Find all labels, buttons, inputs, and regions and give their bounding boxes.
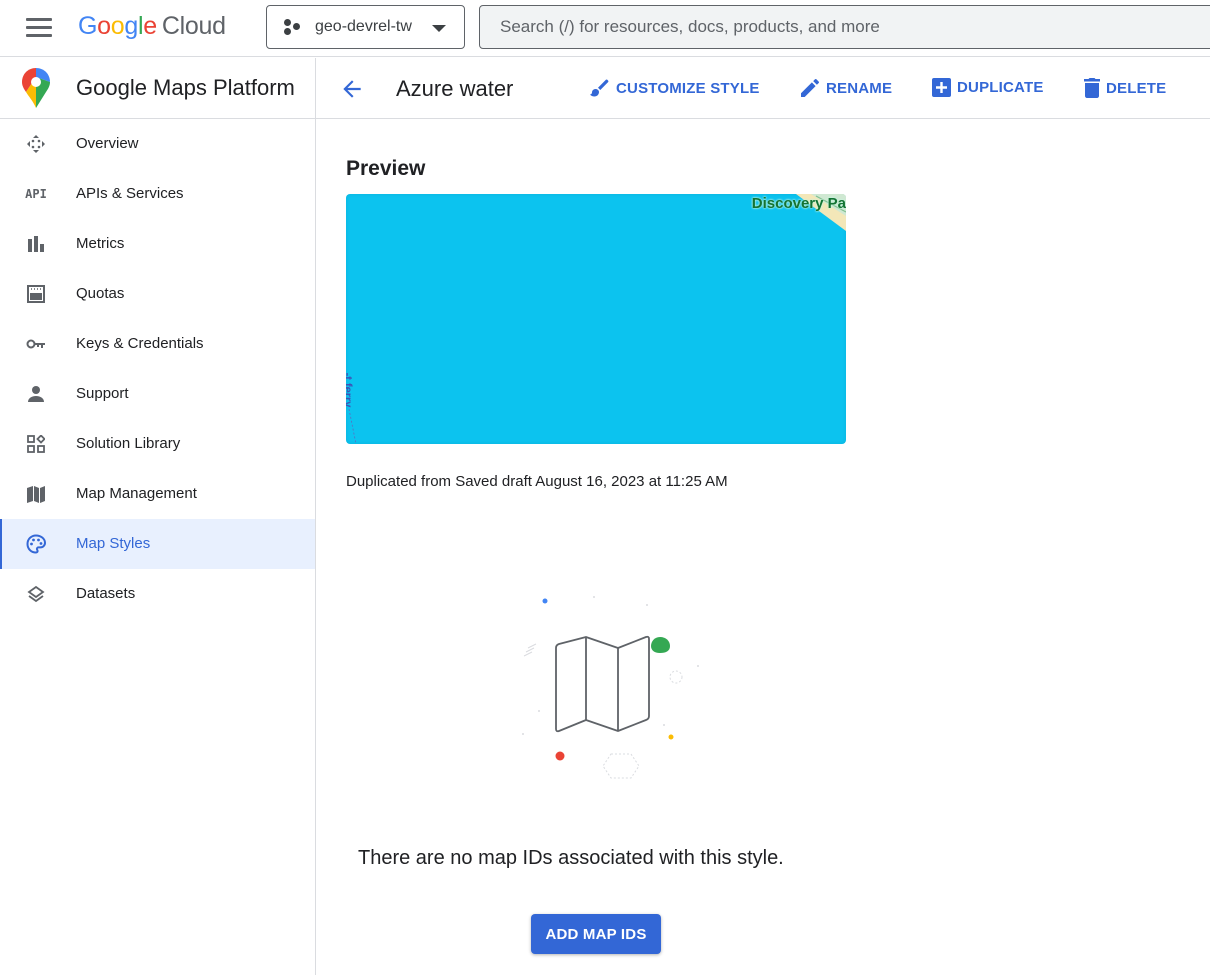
- customize-style-button[interactable]: CUSTOMIZE STYLE: [590, 78, 760, 98]
- page-header: Azure water CUSTOMIZE STYLE RENAME DUPLI…: [316, 58, 1210, 119]
- sidebar-item-quotas[interactable]: Quotas: [0, 269, 315, 319]
- key-icon: [26, 334, 46, 354]
- sidebar-item-apis-services[interactable]: API APIs & Services: [0, 169, 315, 219]
- sidebar-item-metrics[interactable]: Metrics: [0, 219, 315, 269]
- sidebar-item-keys-credentials[interactable]: Keys & Credentials: [0, 319, 315, 369]
- trash-icon: [1084, 78, 1100, 98]
- sidebar-item-map-management[interactable]: Map Management: [0, 469, 315, 519]
- dropdown-caret-icon: [432, 25, 446, 32]
- pencil-icon: [801, 79, 819, 97]
- brush-icon: [590, 79, 609, 97]
- sidebar: Google Maps Platform Overview API APIs &…: [0, 58, 316, 975]
- product-header[interactable]: Google Maps Platform: [0, 58, 315, 119]
- person-icon: [26, 384, 46, 404]
- api-icon: API: [25, 187, 47, 201]
- back-arrow-icon[interactable]: [339, 76, 365, 102]
- project-picker[interactable]: geo-devrel-tw: [266, 5, 465, 49]
- product-title: Google Maps Platform: [76, 75, 295, 100]
- rename-button[interactable]: RENAME: [800, 78, 892, 98]
- empty-map-illustration-icon: [522, 596, 699, 779]
- google-cloud-logo[interactable]: Google Cloud: [78, 12, 226, 41]
- project-hierarchy-icon: [283, 19, 303, 35]
- search-box[interactable]: [479, 5, 1210, 49]
- ferry-route-line: [348, 409, 357, 444]
- overview-icon: [26, 134, 46, 154]
- sidebar-item-datasets[interactable]: Datasets: [0, 569, 315, 619]
- widgets-icon: [26, 434, 46, 454]
- layers-icon: [26, 584, 46, 604]
- bar-chart-icon: [26, 234, 46, 254]
- project-name: geo-devrel-tw: [315, 18, 412, 35]
- palette-icon: [26, 534, 46, 554]
- delete-button[interactable]: DELETE: [1084, 78, 1166, 98]
- page-title: Azure water: [396, 76, 514, 101]
- maps-pin-logo-icon: [22, 68, 50, 108]
- sidebar-item-solution-library[interactable]: Solution Library: [0, 419, 315, 469]
- preview-heading: Preview: [346, 157, 426, 180]
- empty-state-message: There are no map IDs associated with thi…: [358, 847, 784, 869]
- sidebar-item-support[interactable]: Support: [0, 369, 315, 419]
- duplicate-button[interactable]: DUPLICATE: [932, 78, 1044, 97]
- add-map-ids-button[interactable]: ADD MAP IDS: [531, 914, 661, 954]
- map-label-ferry: -t ferry: [346, 372, 354, 408]
- map-icon: [26, 484, 46, 504]
- top-bar: Google Cloud geo-devrel-tw: [0, 0, 1210, 57]
- sidebar-item-overview[interactable]: Overview: [0, 119, 315, 169]
- add-box-icon: [932, 78, 951, 97]
- quota-icon: [26, 284, 46, 304]
- sidebar-item-map-styles[interactable]: Map Styles: [0, 519, 315, 569]
- duplicated-info: Duplicated from Saved draft August 16, 2…: [346, 473, 728, 490]
- search-input[interactable]: [480, 6, 1210, 48]
- map-label-park: Discovery Pa: [751, 195, 846, 212]
- hamburger-menu-icon[interactable]: [26, 18, 52, 38]
- map-preview[interactable]: Discovery Pa -t ferry: [346, 194, 846, 444]
